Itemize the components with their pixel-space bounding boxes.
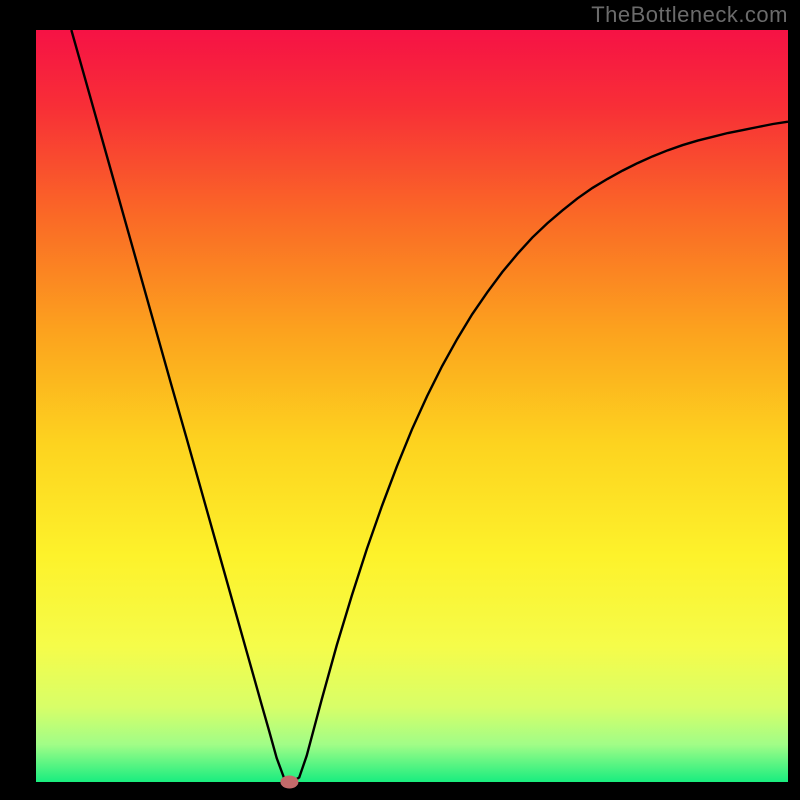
plot-background (36, 30, 788, 782)
chart-frame: TheBottleneck.com (0, 0, 800, 800)
optimum-marker (280, 776, 298, 789)
bottleneck-chart (0, 0, 800, 800)
